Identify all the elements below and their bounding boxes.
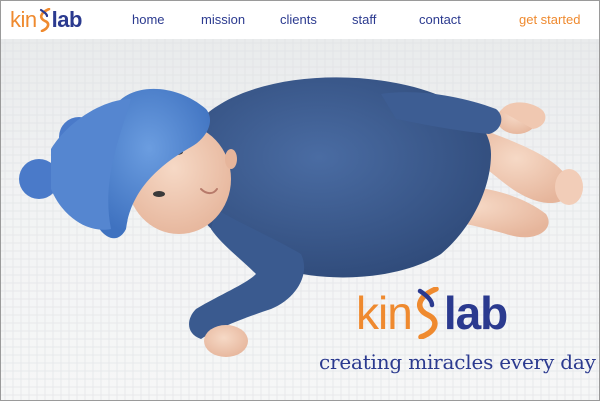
site-logo[interactable]: kin lab [10,8,82,32]
hero-baby-photo [1,39,599,400]
logo-lab-text: lab [51,7,83,32]
dna-helix-icon [416,287,439,339]
dna-helix-icon [39,8,50,32]
nav-contact[interactable]: contact [419,13,461,27]
nav-mission[interactable]: mission [201,13,245,27]
nav-clients[interactable]: clients [280,13,317,27]
hero-logo-kin-text: kin [356,287,413,339]
logo-kin-text: kin [10,7,37,32]
top-nav: kin lab home mission clients staff conta… [1,1,599,39]
hero-brand-logo: kin lab [356,287,508,339]
hero-banner: kin lab creating miracles every day [1,39,599,400]
get-started-button[interactable]: get started [519,13,580,27]
hero-logo-lab-text: lab [443,287,508,339]
page-frame: kin lab home mission clients staff conta… [0,0,600,401]
hero-tagline: creating miracles every day [319,350,596,374]
nav-home[interactable]: home [132,13,165,27]
nav-staff[interactable]: staff [352,13,376,27]
